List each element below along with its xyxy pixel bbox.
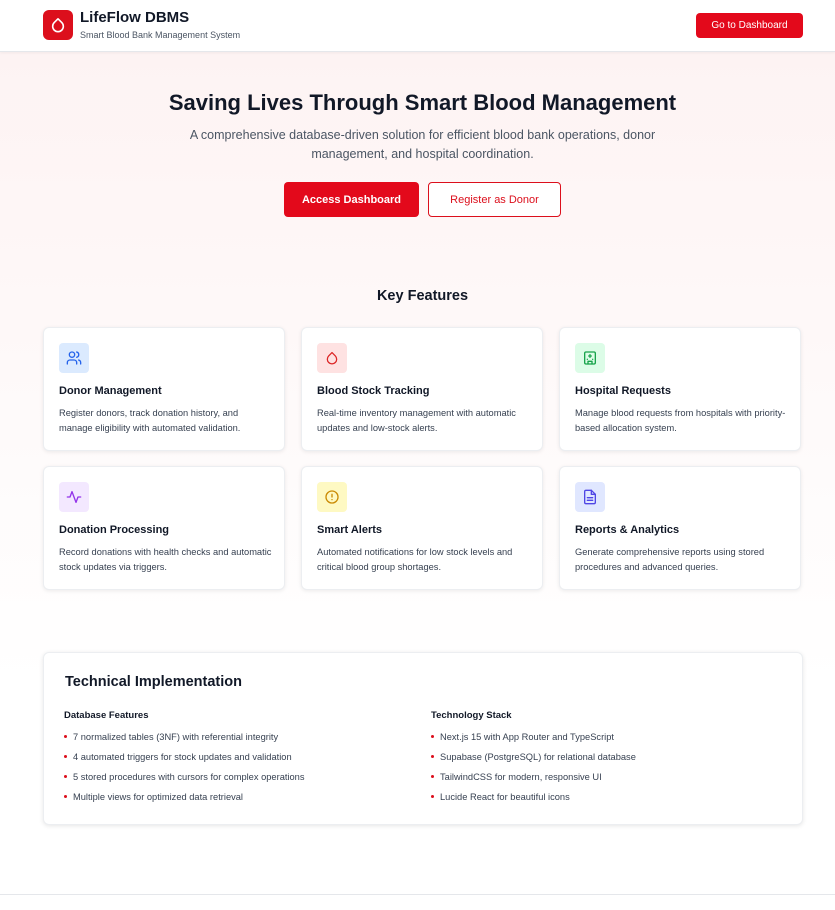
feature-card-hospital-requests: Hospital Requests Manage blood requests … (559, 327, 801, 451)
site-header: LifeFlow DBMS Smart Blood Bank Managemen… (0, 0, 835, 52)
list-item: Multiple views for optimized data retrie… (64, 790, 305, 810)
list-item: Supabase (PostgreSQL) for relational dat… (431, 750, 636, 770)
go-to-dashboard-button[interactable]: Go to Dashboard (696, 13, 803, 38)
feature-card-donor-management: Donor Management Register donors, track … (43, 327, 285, 451)
features-title: Key Features (376, 288, 469, 304)
feature-card-blood-stock: Blood Stock Tracking Real-time inventory… (301, 327, 543, 451)
activity-icon (59, 482, 89, 512)
feature-description: Manage blood requests from hospitals wit… (575, 408, 786, 433)
feature-title: Blood Stock Tracking (317, 385, 430, 397)
list-item: 4 automated triggers for stock updates a… (64, 750, 305, 770)
footer-divider (0, 894, 835, 895)
list-item: Next.js 15 with App Router and TypeScrip… (431, 730, 636, 750)
feature-title: Smart Alerts (317, 524, 383, 536)
feature-description: Automated notifications for low stock le… (317, 547, 513, 572)
feature-card-reports-analytics: Reports & Analytics Generate comprehensi… (559, 466, 801, 590)
feature-description: Register donors, track donation history,… (59, 408, 241, 433)
feature-title: Donation Processing (59, 524, 170, 536)
hero-title: Saving Lives Through Smart Blood Managem… (168, 90, 677, 115)
feature-title: Hospital Requests (575, 385, 671, 397)
brand-subtitle: Smart Blood Bank Management System (80, 30, 241, 40)
file-text-icon (575, 482, 605, 512)
technology-stack-list: Next.js 15 with App Router and TypeScrip… (431, 730, 636, 810)
feature-description: Generate comprehensive reports using sto… (575, 547, 765, 572)
feature-title: Reports & Analytics (575, 524, 680, 536)
technical-title: Technical Implementation (65, 674, 242, 690)
feature-description: Real-time inventory management with auto… (317, 408, 516, 433)
droplet-icon (317, 343, 347, 373)
list-item: 5 stored procedures with cursors for com… (64, 770, 305, 790)
hospital-icon (575, 343, 605, 373)
list-item: TailwindCSS for modern, responsive UI (431, 770, 636, 790)
feature-card-donation-processing: Donation Processing Record donations wit… (43, 466, 285, 590)
brand-title: LifeFlow DBMS (80, 9, 190, 26)
list-item: Lucide React for beautiful icons (431, 790, 636, 810)
access-dashboard-button[interactable]: Access Dashboard (284, 182, 419, 217)
technology-stack-heading: Technology Stack (431, 710, 512, 721)
feature-description: Record donations with health checks and … (59, 547, 272, 572)
database-features-list: 7 normalized tables (3NF) with referenti… (64, 730, 305, 810)
list-item: 7 normalized tables (3NF) with referenti… (64, 730, 305, 750)
database-features-heading: Database Features (64, 710, 149, 721)
droplet-logo-icon[interactable] (43, 10, 73, 40)
alert-circle-icon (317, 482, 347, 512)
hero-subtitle: A comprehensive database-driven solution… (189, 128, 656, 161)
users-icon (59, 343, 89, 373)
feature-card-smart-alerts: Smart Alerts Automated notifications for… (301, 466, 543, 590)
feature-title: Donor Management (59, 385, 162, 397)
technical-implementation-panel: Technical Implementation Database Featur… (43, 652, 803, 825)
register-donor-button[interactable]: Register as Donor (428, 182, 561, 217)
